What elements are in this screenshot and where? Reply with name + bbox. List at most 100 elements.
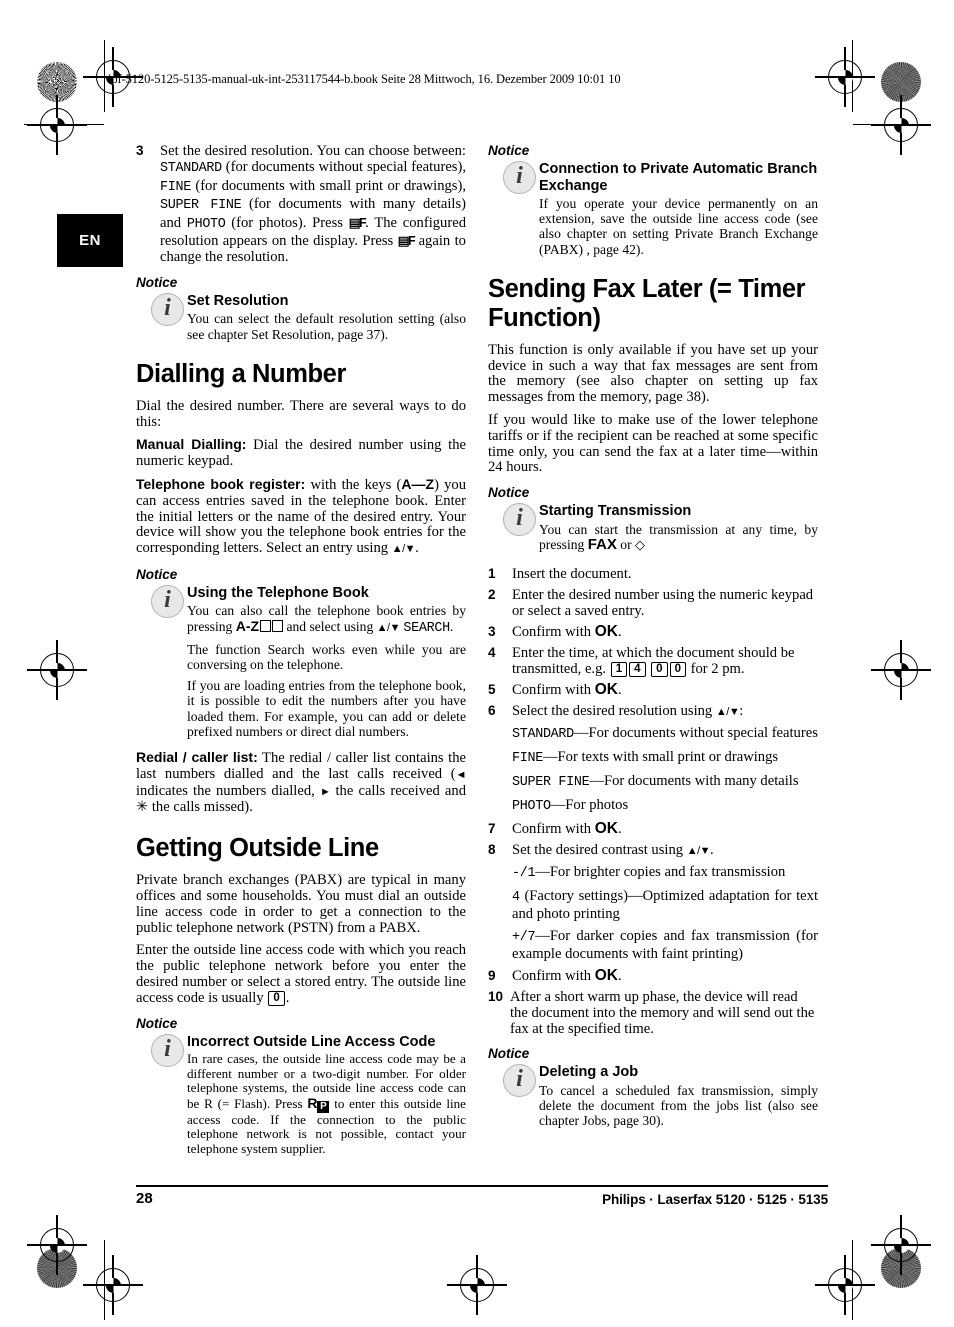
lcd-value: 4 xyxy=(512,890,520,906)
step-text-b: . xyxy=(617,624,622,641)
registration-mark-bottom-right xyxy=(815,1255,875,1315)
paragraph-telephone-book-register: Telephone book register: with the keys (… xyxy=(136,475,466,558)
term-telephone-book-register: Telephone book register: xyxy=(136,475,306,492)
paragraph-redial-caller-list: Redial / caller list: The redial / calle… xyxy=(136,749,467,816)
keycap-digit: 0 xyxy=(669,662,686,678)
paragraph-dial-intro: Dial the desired number. There are sever… xyxy=(136,397,466,430)
nb-text-b: and select using xyxy=(283,618,377,634)
paragraph-timer-availability: This function is only available if you h… xyxy=(488,341,818,406)
redial-text-c: the calls received and xyxy=(330,782,466,799)
step-text-b: . xyxy=(710,842,714,859)
step-text-a: Confirm with xyxy=(512,821,595,838)
step-text-b: . xyxy=(617,821,622,838)
keycap-zero: 0 xyxy=(268,990,285,1006)
footer-product-title: Philips · Laserfax 5120 · 5125 · 5135 xyxy=(602,1192,828,1207)
heading-getting-outside-line: Getting Outside Line xyxy=(136,834,379,863)
option-description: —For documents with many details xyxy=(589,773,799,790)
lcd-value: -/1 xyxy=(512,866,536,882)
notice-body-3: If you are loading entries from the tele… xyxy=(187,678,466,739)
lcd-search: SEARCH xyxy=(403,620,450,636)
up-down-arrows-icon: ▲/▼ xyxy=(715,706,740,719)
notice-label: Notice xyxy=(136,566,178,582)
lcd-photo: PHOTO xyxy=(186,216,226,232)
resolution-option-photo: PHOTO—For photos xyxy=(488,797,818,815)
step-text-a: Set the desired resolution. You can choo… xyxy=(160,143,466,159)
lcd-fine: FINE xyxy=(160,179,191,195)
info-icon: i xyxy=(503,1064,536,1098)
key-a-z: A-Z xyxy=(235,617,260,634)
step-text: Enter the desired number using the numer… xyxy=(512,587,814,620)
registration-mark-lower-right xyxy=(871,1215,931,1275)
keycap-digit: 1 xyxy=(610,662,628,678)
step-text-a: Select the desired resolution using xyxy=(512,703,716,720)
option-description: —For brighter copies and fax transmissio… xyxy=(535,864,786,881)
n5-text-a: You can start the transmission at any ti… xyxy=(539,521,818,552)
notice-body: You can select the default resolution se… xyxy=(187,311,466,342)
step-2: 2 Enter the desired number using the nume… xyxy=(488,587,818,619)
notice-label: Notice xyxy=(136,274,178,290)
key-a-to-z: A—Z xyxy=(401,475,435,492)
notice-body: If you operate your device permanently o… xyxy=(539,196,818,257)
option-description: (Factory settings)—Optimized adaptation … xyxy=(512,888,818,923)
lcd-standard: STANDARD xyxy=(160,161,222,177)
resolution-option-fine: FINE—For texts with small print or drawi… xyxy=(488,749,818,767)
resolution-key-icon: ▤F xyxy=(397,234,416,249)
paragraph-pabx: Private branch exchanges (PABX) are typi… xyxy=(136,872,466,936)
notice-deleting-a-job: i Deleting a Job To cancel a scheduled f… xyxy=(488,1064,818,1128)
info-icon: i xyxy=(151,1033,184,1067)
redial-text-d: the calls missed). xyxy=(148,799,253,816)
book-glyph-icon xyxy=(271,619,283,632)
step-10: 10 After a short warm up phase, the devic… xyxy=(488,989,818,1037)
step-number: 8 xyxy=(488,842,496,858)
book-header-line: lpf-5120-5125-5135-manual-uk-int-2531175… xyxy=(108,72,621,86)
notice-body: In rare cases, the outside line access c… xyxy=(187,1051,466,1157)
notice-title: Incorrect Outside Line Access Code xyxy=(187,1033,436,1050)
lcd-value: FINE xyxy=(512,751,543,767)
step-number: 3 xyxy=(488,624,496,640)
step-text-a: Set the desired contrast using xyxy=(512,842,687,859)
lcd-super-fine: SUPER FINE xyxy=(160,198,242,214)
step-text-b: : xyxy=(739,703,744,720)
keycap-digit: 4 xyxy=(629,662,646,678)
step-number: 6 xyxy=(488,703,496,719)
notice-incorrect-outside-line-access-code: i Incorrect Outside Line Access Code In … xyxy=(136,1033,466,1157)
step-number: 2 xyxy=(488,587,496,603)
right-column: Notice i Connection to Private Automatic… xyxy=(488,143,818,1132)
step-text-a: Confirm with xyxy=(512,968,595,985)
registration-mark-bottom-left xyxy=(83,1255,143,1315)
registration-mark-bottom-center xyxy=(447,1255,507,1315)
up-down-arrows-icon: ▲/▼ xyxy=(376,621,401,634)
key-fax: FAX xyxy=(587,535,617,553)
nb-text-c: . xyxy=(449,618,454,634)
step-7: 7 Confirm with OK. xyxy=(488,821,818,838)
step-number: 3 xyxy=(136,143,144,158)
up-down-arrows-icon: ▲/▼ xyxy=(686,845,711,858)
book-glyph-icon xyxy=(259,619,271,632)
lcd-value: +/7 xyxy=(512,930,536,946)
registration-mark-mid-left xyxy=(27,640,87,700)
info-icon: i xyxy=(151,292,184,326)
notice-body-1: You can also call the telephone book ent… xyxy=(187,603,466,635)
paragraph-timer-tariffs: If you would like to make use of the low… xyxy=(488,412,818,476)
resolution-option-standard: STANDARD—For documents without special f… xyxy=(488,725,818,743)
info-icon: i xyxy=(503,503,536,537)
dialled-arrow-icon: ◄ xyxy=(455,768,467,781)
option-description: —For photos xyxy=(550,797,629,814)
registration-mark-lower-left xyxy=(27,1215,87,1275)
step-number: 4 xyxy=(488,645,496,661)
registration-mark-upper-left xyxy=(27,95,87,155)
step-9: 9 Confirm with OK. xyxy=(488,968,818,985)
step-text-a: Confirm with xyxy=(512,682,595,699)
step-number: 5 xyxy=(488,682,496,698)
left-column: 3 Set the desired resolution. You can cho… xyxy=(136,143,467,1161)
contrast-option-factory: 4 (Factory settings)—Optimized adaptatio… xyxy=(488,888,818,922)
paragraph-outside-line-access-code: Enter the outside line access code with … xyxy=(136,942,466,1006)
step-number: 9 xyxy=(488,968,496,984)
step-text-b: . xyxy=(617,682,622,699)
notice-title: Set Resolution xyxy=(187,292,289,309)
notice-body: You can start the transmission at any ti… xyxy=(539,522,818,552)
step-5: 5 Confirm with OK. xyxy=(488,682,818,699)
redial-text-b: indicates the numbers dialled, xyxy=(136,782,320,799)
language-tab: EN xyxy=(57,214,123,267)
start-key-icon: ◇ xyxy=(635,536,646,552)
